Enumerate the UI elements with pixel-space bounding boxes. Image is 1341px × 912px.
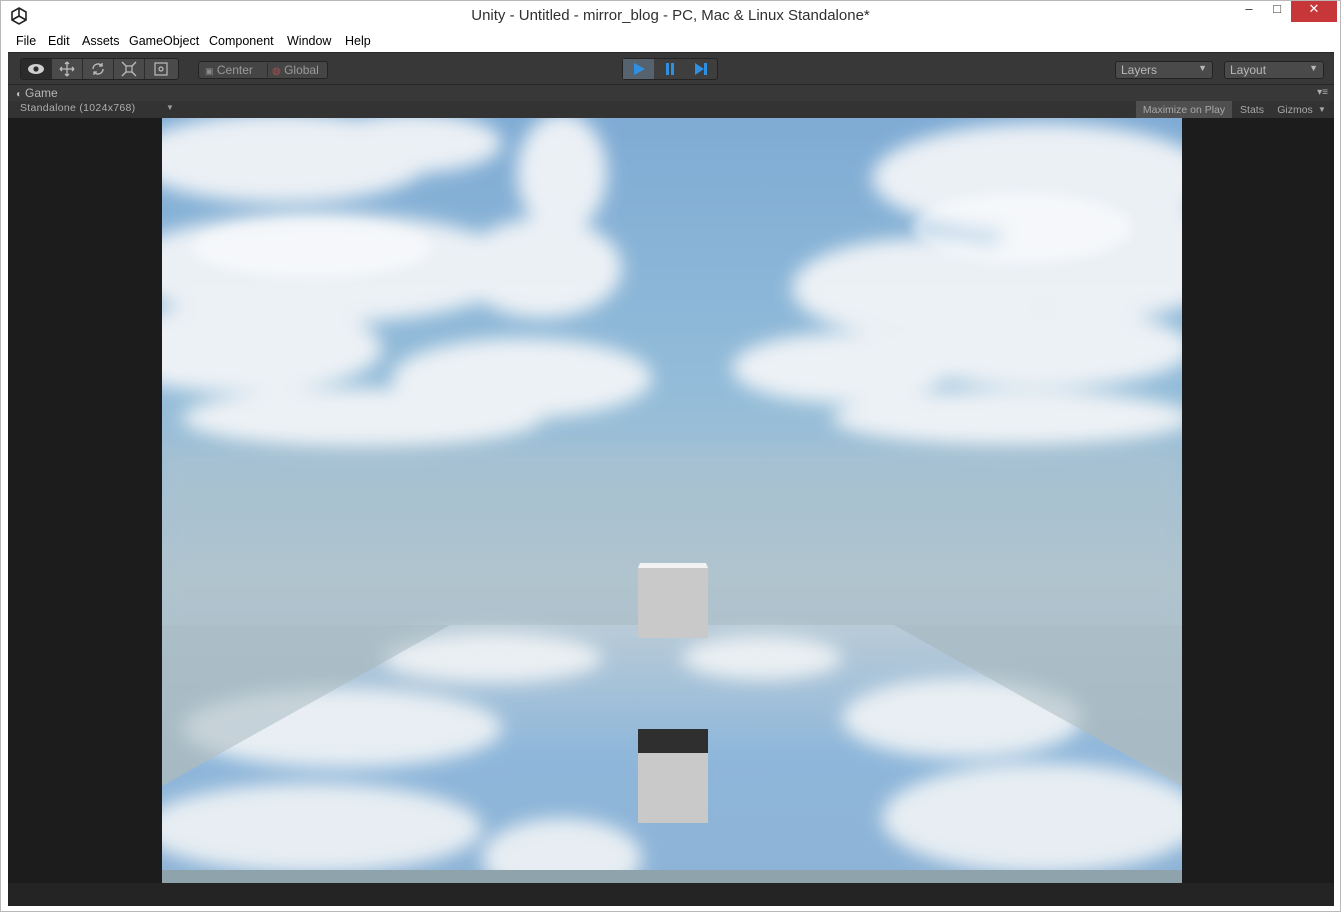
menu-edit[interactable]: Edit (48, 34, 70, 48)
move-tool-icon[interactable] (52, 59, 83, 79)
layers-dropdown[interactable]: Layers ▼ (1115, 61, 1213, 79)
window-title: Unity - Untitled - mirror_blog - PC, Mac… (471, 7, 870, 24)
menu-gameobject[interactable]: GameObject (129, 34, 199, 48)
pause-button[interactable] (654, 59, 685, 79)
pacman-icon: ◖ (15, 89, 22, 100)
game-viewport[interactable] (162, 118, 1182, 883)
maximize-on-play-toggle[interactable]: Maximize on Play (1136, 101, 1232, 118)
tab-game[interactable]: ◖ Game (15, 86, 58, 100)
layout-label: Layout (1230, 63, 1267, 77)
chevron-down-icon[interactable]: ▼ (1316, 101, 1328, 118)
menu-window[interactable]: Window (287, 34, 331, 48)
play-button[interactable] (623, 59, 654, 79)
chevron-down-icon: ▼ (166, 103, 174, 112)
panel-menu-icon[interactable]: ▾≡ (1317, 87, 1328, 98)
pivot-toggles: ▣ Center ◍ Global (198, 61, 328, 79)
maximize-button[interactable]: □ (1263, 1, 1291, 22)
viewport-floor-edge (162, 870, 1182, 883)
menu-assets[interactable]: Assets (82, 34, 120, 48)
game-panel-header: ◖ Game ▾≡ (8, 84, 1334, 102)
scale-tool-icon[interactable] (114, 59, 145, 79)
menu-component[interactable]: Component (209, 34, 274, 48)
title-bar: Unity - Untitled - mirror_blog - PC, Mac… (1, 1, 1340, 31)
stats-toggle[interactable]: Stats (1234, 101, 1270, 118)
rect-tool-icon[interactable] (145, 59, 176, 79)
menu-help[interactable]: Help (345, 34, 371, 48)
pivot-global-button[interactable]: ◍ Global (267, 63, 319, 77)
status-strip (8, 883, 1334, 906)
view-tool-eye-icon[interactable] (21, 59, 52, 79)
aspect-dropdown[interactable]: Standalone (1024x768) (20, 102, 135, 114)
step-icon (694, 63, 707, 75)
pause-icon (665, 63, 674, 75)
minimize-button[interactable]: – (1235, 1, 1263, 22)
step-button[interactable] (685, 59, 716, 79)
tab-game-label: Game (25, 86, 58, 100)
game-view-area (8, 118, 1334, 883)
chevron-down-icon: ▼ (1309, 63, 1318, 73)
layout-dropdown[interactable]: Layout ▼ (1224, 61, 1324, 79)
rotate-tool-icon[interactable] (83, 59, 114, 79)
transform-tools (20, 58, 179, 80)
layers-label: Layers (1121, 63, 1158, 77)
cube (638, 568, 708, 638)
game-view-toolbar: Standalone (1024x768) ▼ Maximize on Play… (8, 101, 1334, 118)
pivot-center-label: Center (216, 63, 253, 77)
pivot-global-label: Global (284, 63, 319, 77)
unity-editor-window: Unity - Untitled - mirror_blog - PC, Mac… (0, 0, 1341, 912)
menu-bar: File Edit Assets GameObject Component Wi… (8, 31, 1334, 51)
cube-top (638, 563, 708, 568)
main-toolbar: ▣ Center ◍ Global Layers ▼ Layout ▼ (8, 52, 1334, 85)
playback-controls (622, 58, 718, 80)
close-button[interactable]: ✕ (1291, 1, 1337, 22)
gizmos-button[interactable]: Gizmos (1272, 101, 1318, 118)
globe-icon: ◍ (272, 66, 281, 77)
menu-file[interactable]: File (16, 34, 36, 48)
cube-reflection (638, 753, 708, 823)
pivot-center-button[interactable]: ▣ Center (205, 63, 253, 77)
pivot-center-icon: ▣ (205, 66, 214, 76)
play-icon (633, 63, 645, 75)
cube-reflection-bottom (638, 729, 708, 753)
chevron-down-icon: ▼ (1198, 63, 1207, 73)
game-render (162, 118, 1182, 883)
